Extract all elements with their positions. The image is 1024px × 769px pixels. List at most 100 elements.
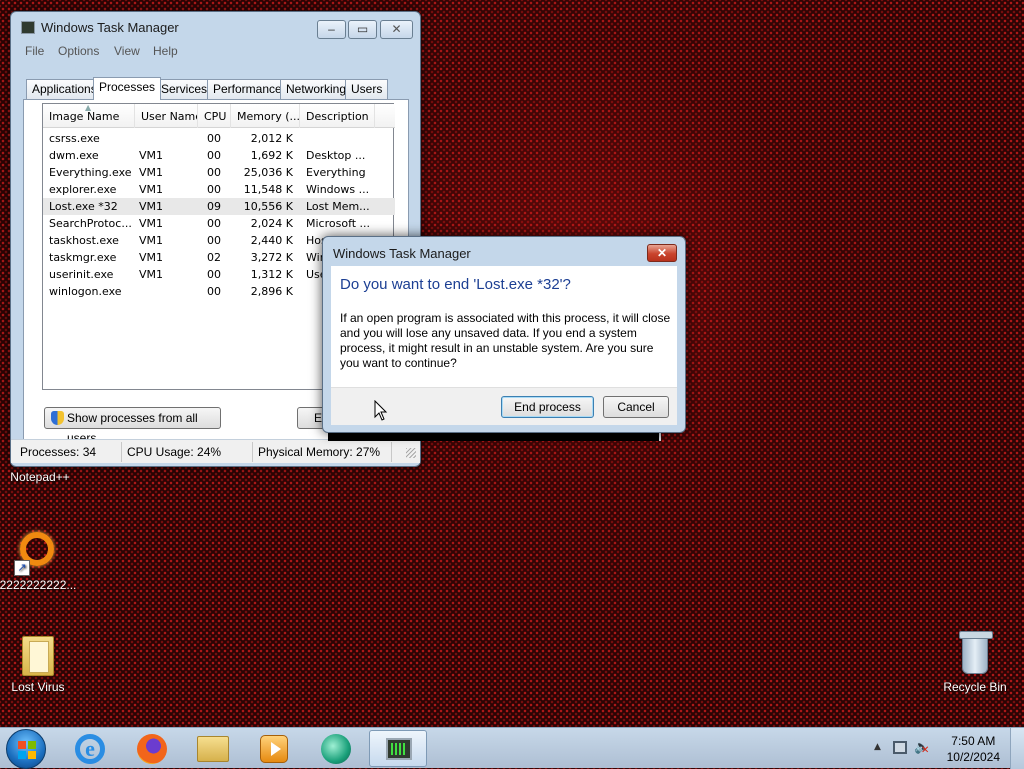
folder-icon <box>197 736 229 762</box>
tab-networking[interactable]: Networking <box>280 79 353 99</box>
clock[interactable]: 7:50 AM 10/2/2024 <box>947 733 1000 765</box>
network-icon[interactable] <box>893 741 907 754</box>
cell-image: csrss.exe <box>49 132 100 145</box>
cell-user: VM1 <box>139 200 164 213</box>
table-row[interactable]: explorer.exe VM1 00 11,548 K Windows ... <box>43 181 395 198</box>
cell-image: explorer.exe <box>49 183 117 196</box>
menu-help[interactable]: Help <box>153 44 178 58</box>
taskbar-firefox[interactable] <box>122 730 180 767</box>
show-all-users-button[interactable]: Show processes from all users <box>44 407 221 445</box>
show-desktop-button[interactable] <box>1010 728 1024 769</box>
column-description[interactable]: Description <box>300 104 375 128</box>
dialog-close-button[interactable]: ✕ <box>647 244 677 262</box>
table-row[interactable]: Everything.exe VM1 00 25,036 K Everythin… <box>43 164 395 181</box>
dialog-title: Windows Task Manager <box>333 246 471 261</box>
mouse-cursor-icon <box>374 399 388 425</box>
shield-icon <box>51 411 64 425</box>
recycle-bin-icon <box>951 630 999 678</box>
status-processes: Processes: 34 <box>20 445 97 459</box>
title-bar[interactable]: Windows Task Manager – ▭ ✕ <box>11 12 420 42</box>
show-hidden-icons-icon[interactable]: ▲ <box>874 742 881 752</box>
tab-processes[interactable]: Processes <box>93 77 162 100</box>
media-player-icon <box>260 735 288 763</box>
menu-view[interactable]: View <box>114 44 140 58</box>
cell-user: VM1 <box>139 251 164 264</box>
cell-description: Desktop ... <box>306 149 366 162</box>
cell-memory: 2,896 K <box>250 285 293 298</box>
orange-ring-icon: ↗ <box>14 528 62 576</box>
start-button[interactable] <box>6 729 46 769</box>
cell-cpu: 00 <box>207 149 221 162</box>
status-physical-memory: Physical Memory: 27% <box>258 445 381 459</box>
column-label: Memory (... <box>237 110 300 123</box>
task-manager-icon <box>386 738 412 760</box>
resize-grip-icon[interactable] <box>406 448 416 458</box>
cell-cpu: 00 <box>207 183 221 196</box>
folder-icon <box>14 630 62 678</box>
cell-description: Microsoft ... <box>306 217 371 230</box>
tab-performance[interactable]: Performance <box>207 79 288 99</box>
desktop-icon-label: Recycle Bin <box>943 680 1007 694</box>
close-button[interactable]: ✕ <box>380 20 413 39</box>
table-row[interactable]: dwm.exe VM1 00 1,692 K Desktop ... <box>43 147 395 164</box>
cell-cpu: 00 <box>207 132 221 145</box>
column-label: Description <box>306 110 369 123</box>
cell-user: VM1 <box>139 217 164 230</box>
column-label: User Name <box>141 110 198 123</box>
cell-description: Lost Mem... <box>306 200 370 213</box>
dialog-main-instruction: Do you want to end 'Lost.exe *32'? <box>340 276 571 293</box>
desktop-icon-label: Notepad++ <box>10 470 70 484</box>
firefox-icon <box>137 734 167 764</box>
end-process-button-label: End process <box>514 400 581 414</box>
cell-cpu: 00 <box>207 234 221 247</box>
windows-logo-icon <box>18 741 36 759</box>
cell-memory: 3,272 K <box>250 251 293 264</box>
cell-cpu: 00 <box>207 217 221 230</box>
menu-options[interactable]: Options <box>58 44 99 58</box>
desktop-icon-lost-virus[interactable]: Lost Virus <box>0 630 78 694</box>
column-user-name[interactable]: User Name <box>135 104 198 128</box>
table-row[interactable]: csrss.exe 00 2,012 K <box>43 130 395 147</box>
column-label: CPU <box>204 110 227 123</box>
cancel-button[interactable]: Cancel <box>603 396 669 418</box>
dialog-title-bar[interactable]: Windows Task Manager ✕ <box>323 237 685 267</box>
desktop-icon-label: Lost Virus <box>11 680 65 694</box>
list-header: ▲ Image Name User Name CPU Memory (... D… <box>43 104 395 128</box>
column-memory[interactable]: Memory (... <box>231 104 300 128</box>
column-cpu[interactable]: CPU <box>198 104 231 128</box>
end-process-button[interactable]: End process <box>501 396 594 418</box>
cell-image: Everything.exe <box>49 166 132 179</box>
cell-user: VM1 <box>139 268 164 281</box>
taskbar: e ▲ 🔈 ✕ 7:50 AM 10/2/2024 <box>0 727 1024 769</box>
maximize-button[interactable]: ▭ <box>348 20 377 39</box>
desktop-icon-recycle-bin[interactable]: Recycle Bin <box>935 630 1015 694</box>
table-row-selected[interactable]: Lost.exe *32 VM1 09 10,556 K Lost Mem... <box>43 198 395 215</box>
minimize-button[interactable]: – <box>317 20 346 39</box>
cell-memory: 25,036 K <box>243 166 293 179</box>
end-process-label: E <box>314 411 323 425</box>
globe-icon <box>321 734 351 764</box>
volume-muted-icon[interactable]: 🔈 ✕ <box>914 740 930 756</box>
cell-memory: 1,692 K <box>250 149 293 162</box>
desktop-icon-notepadpp[interactable]: Notepad++ <box>0 470 80 484</box>
taskbar-windows-explorer[interactable] <box>184 730 242 767</box>
table-row[interactable]: SearchProtoc... VM1 00 2,024 K Microsoft… <box>43 215 395 232</box>
cell-memory: 2,024 K <box>250 217 293 230</box>
tab-applications[interactable]: Applications <box>26 79 103 99</box>
tab-users[interactable]: Users <box>345 79 389 99</box>
cancel-button-label: Cancel <box>617 400 655 414</box>
sort-arrow-icon: ▲ <box>85 104 92 112</box>
taskbar-task-manager[interactable] <box>369 730 427 767</box>
desktop-icon-shortcut[interactable]: ↗ 2222222222... <box>0 528 78 592</box>
taskbar-media-player[interactable] <box>245 730 303 767</box>
menu-file[interactable]: File <box>25 44 44 58</box>
menu-bar: File Options View Help <box>19 42 412 62</box>
cell-image: taskhost.exe <box>49 234 119 247</box>
tab-services[interactable]: Services <box>155 79 214 99</box>
taskbar-browser[interactable] <box>307 730 365 767</box>
cell-image: winlogon.exe <box>49 285 122 298</box>
cell-memory: 1,312 K <box>250 268 293 281</box>
cell-user: VM1 <box>139 166 164 179</box>
taskbar-internet-explorer[interactable]: e <box>61 730 119 767</box>
column-image-name[interactable]: ▲ Image Name <box>43 104 135 128</box>
